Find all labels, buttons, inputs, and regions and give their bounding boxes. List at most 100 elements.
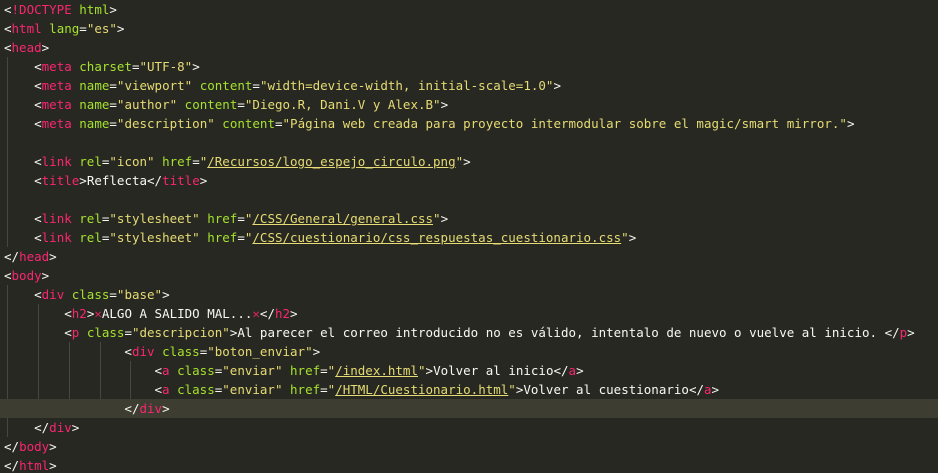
text [4, 306, 64, 321]
punctuation: = [237, 97, 245, 112]
tag-name: title [41, 173, 80, 188]
code-line[interactable]: <meta name="description" content="Página… [0, 114, 938, 133]
text [4, 401, 124, 416]
code-line[interactable]: <title>Reflecta</title> [0, 171, 938, 190]
code-line[interactable]: <link rel="stylesheet" href="/CSS/Genera… [0, 209, 938, 228]
punctuation: = [109, 287, 117, 302]
punctuation: > [199, 173, 208, 188]
code-line[interactable]: <body> [0, 266, 938, 285]
code-line[interactable]: <meta name="author" content="Diego.R, Da… [0, 95, 938, 114]
attribute-name: class [86, 325, 125, 340]
punctuation: > [846, 116, 855, 131]
punctuation: = [109, 78, 117, 93]
code-line[interactable]: <html lang="es"> [0, 19, 938, 38]
text [4, 211, 34, 226]
tag-name: body [11, 268, 42, 283]
tag-name: !DOCTYPE [11, 2, 72, 17]
attribute-name: html [79, 2, 110, 17]
punctuation: </ [34, 420, 50, 435]
string: " [455, 154, 464, 169]
punctuation: > [162, 287, 170, 302]
text [4, 78, 34, 93]
tag-name: link [41, 211, 72, 226]
code-line[interactable] [0, 133, 938, 152]
code-line[interactable] [0, 190, 938, 209]
code-line[interactable]: <a class="enviar" href="/index.html">Vol… [0, 361, 938, 380]
code-line[interactable]: </div> [0, 399, 938, 418]
code-line[interactable]: <a class="enviar" href="/HTML/Cuestionar… [0, 380, 938, 399]
tag-name: meta [41, 116, 72, 131]
punctuation [155, 154, 163, 169]
attribute-name: class [71, 287, 110, 302]
punctuation: > [312, 344, 321, 359]
tag-name: div [131, 344, 155, 359]
code-line[interactable]: <link rel="icon" href="/Recursos/logo_es… [0, 152, 938, 171]
attribute-name: href [207, 211, 238, 226]
tag-name: head [19, 249, 50, 264]
punctuation: = [237, 230, 245, 245]
punctuation: > [41, 268, 50, 283]
punctuation: < [34, 116, 42, 131]
text: ALGO A SALIDO MAL... [101, 306, 253, 321]
punctuation: = [237, 211, 245, 226]
attribute-name: href [207, 230, 238, 245]
attribute-name: content [184, 97, 238, 112]
tag-name: body [19, 439, 50, 454]
string: "viewport" [116, 78, 193, 93]
punctuation: </ [884, 325, 900, 340]
code-line[interactable]: <p class="descripcion">Al parecer el cor… [0, 323, 938, 342]
code-line[interactable]: </html> [0, 456, 938, 473]
code-line[interactable]: </head> [0, 247, 938, 266]
attribute-name: name [79, 97, 110, 112]
punctuation: < [34, 97, 42, 112]
tag-name: meta [41, 97, 72, 112]
code-line[interactable]: <h2>✕ALGO A SALIDO MAL...✕</h2> [0, 304, 938, 323]
punctuation: = [252, 78, 260, 93]
punctuation: = [131, 59, 140, 74]
punctuation [64, 287, 72, 302]
text: Volver al inicio [433, 363, 554, 378]
code-editor[interactable]: <!DOCTYPE html> <html lang="es"> <head> <m… [0, 0, 938, 473]
text: Reflecta [86, 173, 148, 188]
code-line[interactable]: <head> [0, 38, 938, 57]
text: Volver al cuestionario [523, 382, 689, 397]
tag-name: meta [41, 78, 72, 93]
tag-name: div [139, 401, 163, 416]
code-line[interactable]: <div class="boton_enviar"> [0, 342, 938, 361]
code-line[interactable]: <!DOCTYPE html> [0, 0, 938, 19]
punctuation: = [320, 363, 328, 378]
punctuation: > [576, 363, 584, 378]
punctuation: > [463, 154, 471, 169]
punctuation: < [34, 173, 42, 188]
punctuation: < [64, 325, 72, 340]
string: "stylesheet" [109, 230, 200, 245]
punctuation: < [34, 59, 42, 74]
text [4, 59, 34, 74]
punctuation: < [154, 363, 163, 378]
code-line[interactable]: <meta charset="UTF-8"> [0, 57, 938, 76]
punctuation: </ [4, 458, 20, 473]
punctuation: > [109, 2, 117, 17]
link-url: /HTML/Cuestionario.html [335, 382, 509, 397]
punctuation: > [907, 325, 915, 340]
punctuation: < [34, 154, 42, 169]
string: "base" [116, 287, 163, 302]
tag-name: head [11, 40, 42, 55]
code-line[interactable]: </body> [0, 437, 938, 456]
string: "UTF-8" [139, 59, 193, 74]
code-line[interactable]: <link rel="stylesheet" href="/CSS/cuesti… [0, 228, 938, 247]
punctuation: > [71, 420, 80, 435]
code-line[interactable]: <div class="base"> [0, 285, 938, 304]
punctuation: < [34, 230, 42, 245]
attribute-name: class [177, 363, 215, 378]
string: "stylesheet" [109, 211, 200, 226]
punctuation: < [4, 21, 12, 36]
attribute-name: name [79, 116, 110, 131]
code-line[interactable]: <meta name="viewport" content="width=dev… [0, 76, 938, 95]
punctuation: </ [124, 401, 140, 416]
code-line[interactable]: </div> [0, 418, 938, 437]
link-url: /CSS/cuestionario/css_respuestas_cuestio… [252, 230, 622, 245]
string: " [418, 363, 426, 378]
text [4, 173, 34, 188]
punctuation: > [49, 458, 57, 473]
